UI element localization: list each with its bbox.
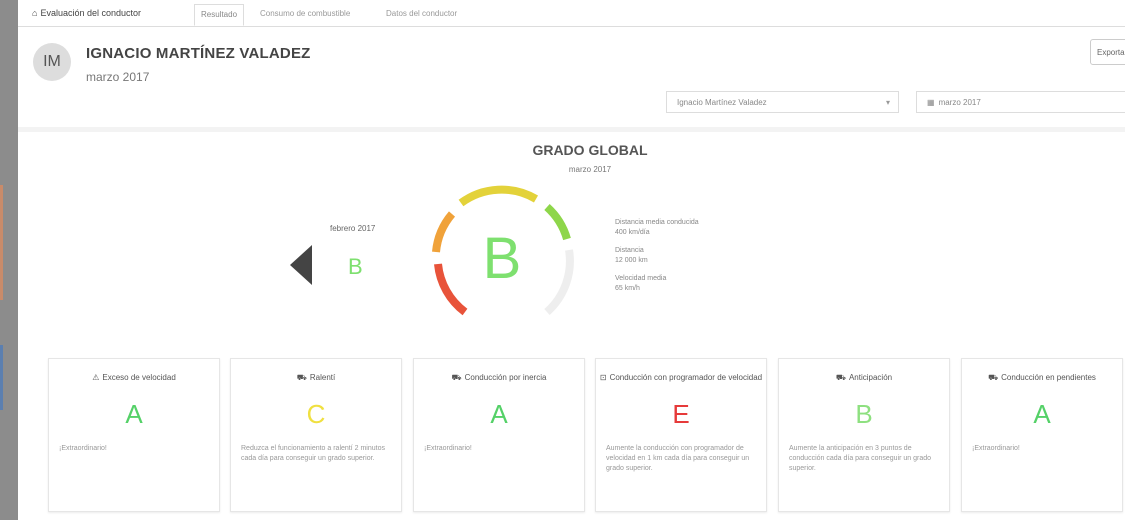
chevron-down-icon: ▾ (885, 98, 890, 107)
card-ralenti[interactable]: ⛟ Ralentí C Reduzca el funcionamiento a r… (230, 358, 402, 512)
top-navigation: ⌂ Evaluación del conductor Resultado Cons… (18, 0, 1125, 27)
card-description: ¡Extraordinario! (424, 445, 472, 452)
engine-icon: ⛟ (296, 373, 307, 382)
global-grade-title: GRADO GLOBAL (532, 142, 648, 158)
slope-icon: ⛟ (988, 373, 999, 382)
card-description: Aumente la conducción con programador de… (606, 445, 750, 472)
card-conduccion-inercia[interactable]: ⛟ Conducción por inercia A ¡Extraordinari… (413, 358, 585, 512)
anticipation-icon: ⛟ (835, 373, 846, 382)
coasting-icon: ⛟ (451, 373, 462, 382)
stat-label: Distancia (615, 247, 644, 254)
global-grade-gauge: B (432, 185, 574, 316)
card-title: Anticipación (848, 373, 893, 382)
results-panel: GRADO GLOBAL marzo 2017 febrero 2017 B B… (18, 132, 1125, 520)
global-grade: B (483, 226, 522, 291)
stat-value: 400 km/día (615, 229, 650, 236)
card-grade: C (306, 399, 326, 429)
avatar: IM (33, 43, 71, 81)
speedometer-icon: ⚠ (92, 373, 100, 382)
previous-month-grade: B (348, 254, 363, 279)
card-pendientes[interactable]: ⛟ Conducción en pendientes A ¡Extraordina… (961, 358, 1123, 512)
global-grade-month: marzo 2017 (568, 165, 612, 174)
brand-label: Evaluación del conductor (40, 8, 142, 18)
stat-label: Distancia media conducida (615, 219, 699, 226)
gauge-segment-e (434, 263, 468, 316)
driver-name: IGNACIO MARTÍNEZ VALADEZ (86, 45, 311, 62)
date-picker-value: marzo 2017 (938, 98, 981, 107)
export-button[interactable]: Exportar (1090, 39, 1125, 65)
card-grade: A (125, 399, 143, 429)
card-anticipacion[interactable]: ⛟ Anticipación B Aumente la anticipación … (778, 358, 950, 512)
gauge-segment-d (432, 211, 456, 253)
card-title: Conducción por inercia (464, 373, 547, 382)
card-grade: B (855, 399, 873, 429)
gauge-segment-b (544, 204, 571, 241)
card-description: ¡Extraordinario! (59, 445, 107, 452)
global-stats: Distancia media conducida 400 km/día Dist… (615, 218, 699, 302)
previous-month-label: febrero 2017 (330, 224, 376, 233)
card-programador-velocidad[interactable]: ⊡ Conducción con programador de velocidad… (595, 358, 767, 512)
card-title: Ralentí (309, 373, 336, 382)
date-picker[interactable]: ▦ marzo 2017 (916, 91, 1125, 113)
card-description: Aumente la anticipación en 3 puntos de c… (789, 445, 932, 472)
brand[interactable]: ⌂ Evaluación del conductor (32, 8, 141, 18)
driver-select-value: Ignacio Martínez Valadez (677, 98, 767, 107)
stat-label: Velocidad media (615, 275, 667, 282)
left-panel-marker (0, 345, 3, 410)
tab-datos-conductor[interactable]: Datos del conductor (380, 4, 463, 24)
card-title: Conducción con programador de velocidad (609, 373, 763, 382)
card-title: Conducción en pendientes (1001, 373, 1096, 382)
stat-value: 65 km/h (615, 285, 640, 292)
gauge-segment-c (458, 185, 539, 207)
card-title: Exceso de velocidad (102, 373, 176, 382)
card-grade: A (490, 399, 508, 429)
driver-month: marzo 2017 (86, 70, 150, 84)
card-exceso-velocidad[interactable]: ⚠ Exceso de velocidad A ¡Extraordinario! (48, 358, 220, 512)
card-description: Reduzca el funcionamiento a ralentí 2 mi… (241, 445, 385, 462)
home-icon: ⌂ (32, 8, 38, 18)
gauge-segment-a (544, 249, 574, 315)
card-description: ¡Extraordinario! (972, 445, 1020, 452)
card-grade: A (1033, 399, 1051, 429)
driver-select[interactable]: Ignacio Martínez Valadez ▾ (666, 91, 899, 113)
left-panel-marker (0, 185, 3, 300)
driver-header: IM IGNACIO MARTÍNEZ VALADEZ marzo 2017 E… (18, 27, 1125, 127)
previous-month-arrow-icon[interactable] (290, 245, 312, 285)
app-window: ⌂ Evaluación del conductor Resultado Cons… (18, 0, 1125, 520)
tab-resultado[interactable]: Resultado (194, 4, 245, 26)
tab-consumo-combustible[interactable]: Consumo de combustible (254, 4, 356, 24)
calendar-icon: ▦ (927, 98, 935, 107)
card-grade: E (672, 399, 690, 429)
left-panel-strip (0, 0, 18, 520)
stat-value: 12 000 km (615, 257, 648, 264)
cruise-control-icon: ⊡ (599, 373, 607, 382)
